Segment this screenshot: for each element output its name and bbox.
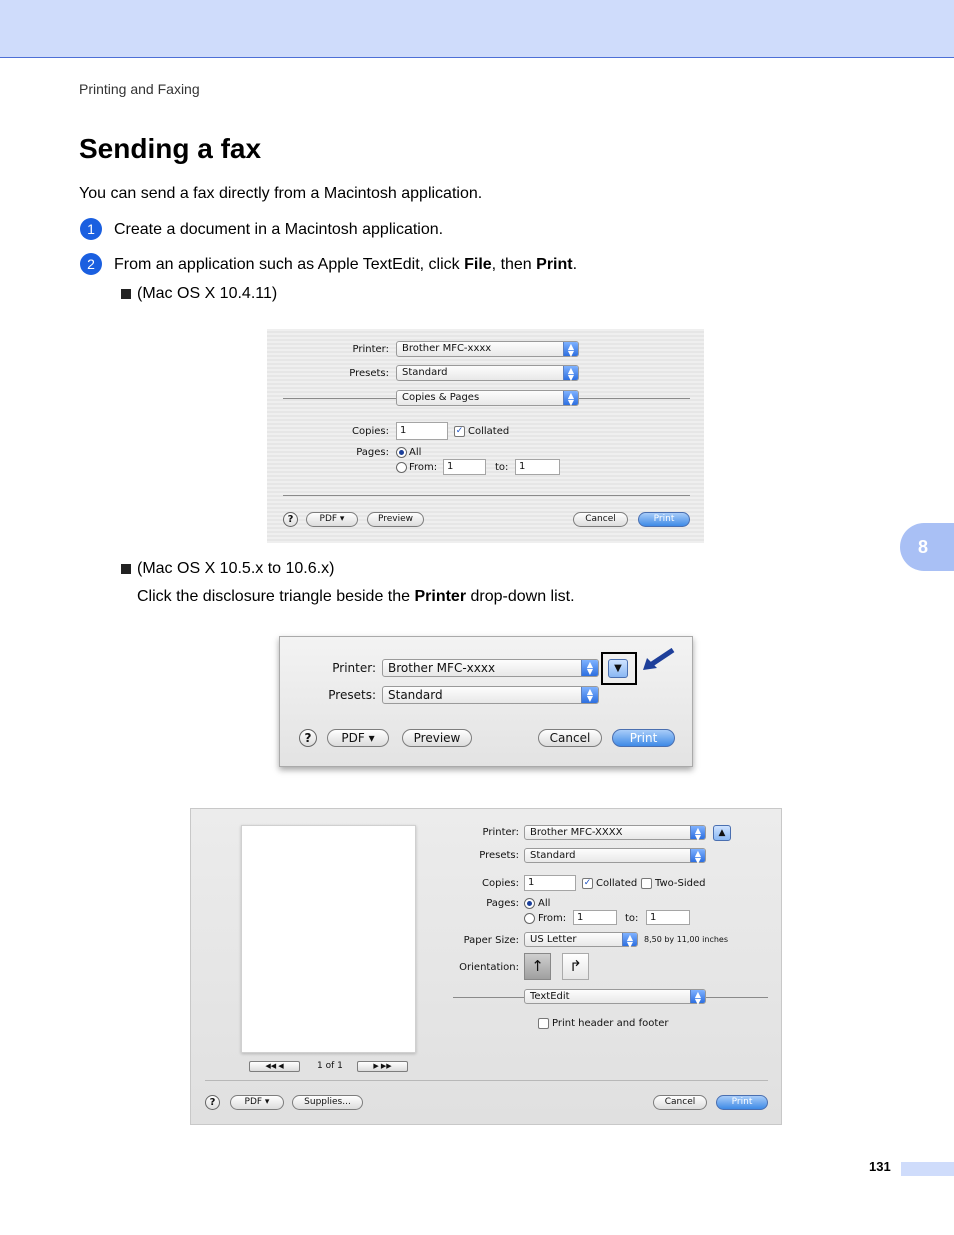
from-input[interactable]: 1 — [443, 459, 486, 475]
intro-text: You can send a fax directly from a Macin… — [79, 185, 483, 202]
divider — [453, 997, 524, 998]
pdf-button[interactable]: PDF ▾ — [327, 729, 389, 747]
to-input[interactable]: 1 — [646, 910, 690, 925]
presets-select[interactable]: Standard ▲ ▼ — [382, 686, 599, 704]
pages-from-label: From: — [538, 913, 567, 924]
step-2-text: From an application such as Apple TextEd… — [114, 256, 578, 273]
presets-label: Presets: — [479, 850, 519, 861]
pages-all-radio[interactable] — [524, 898, 535, 909]
print-button[interactable]: Print — [716, 1095, 768, 1110]
chapter-tab: 8 — [900, 523, 954, 571]
help-button[interactable]: ? — [205, 1095, 220, 1110]
paper-dimensions: 8,50 by 11,00 inches — [644, 935, 729, 944]
paper-size-select[interactable]: US Letter ▲ ▼ — [524, 932, 638, 949]
copies-input[interactable]: 1 — [524, 875, 576, 891]
print-dialog-1: Printer: Brother MFC-xxxx ▲ ▼ Presets: Sta… — [267, 329, 704, 543]
next-page-buttons[interactable]: ▶ ▶▶ — [357, 1061, 408, 1072]
from-input[interactable]: 1 — [573, 910, 617, 925]
page-preview — [241, 825, 416, 1053]
presets-label: Presets: — [328, 688, 376, 702]
cancel-button[interactable]: Cancel — [538, 729, 602, 747]
header-footer-checkbox[interactable] — [538, 1018, 549, 1029]
top-band — [0, 0, 954, 58]
print-dialog-3: ◀◀ ◀ 1 of 1 ▶ ▶▶ Printer: Brother MFC-XX… — [190, 808, 782, 1125]
section-select[interactable]: Copies & Pages ▲ ▼ — [396, 390, 579, 407]
divider — [205, 1080, 768, 1081]
divider — [283, 398, 396, 399]
pages-from-label: From: — [409, 462, 438, 473]
printer-select[interactable]: Brother MFC-xxxx ▲ ▼ — [396, 341, 579, 358]
copies-label: Copies: — [482, 878, 519, 889]
disclosure-triangle-button[interactable]: ▼ — [608, 659, 628, 678]
to-label: to: — [625, 913, 639, 924]
application-section-select[interactable]: TextEdit ▲ ▼ — [524, 989, 706, 1006]
presets-select[interactable]: Standard ▲ ▼ — [396, 365, 579, 382]
printer-label: Printer: — [482, 827, 519, 838]
page-title: Sending a fax — [79, 133, 262, 164]
landscape-orientation-icon[interactable]: ↱ — [562, 953, 589, 980]
arrow-pointer-icon — [643, 648, 675, 670]
portrait-orientation-icon[interactable]: ↑ — [524, 953, 551, 980]
pages-all-radio[interactable] — [396, 447, 407, 458]
print-button[interactable]: Print — [638, 512, 690, 527]
copies-input[interactable]: 1 — [396, 422, 448, 440]
step-2-number: 2 — [80, 253, 102, 275]
bullet-square — [121, 564, 131, 574]
divider — [579, 398, 690, 399]
supplies-button[interactable]: Supplies... — [292, 1095, 363, 1110]
bullet-square — [121, 289, 131, 299]
collated-checkbox[interactable]: ✓ — [582, 878, 593, 889]
print-dialog-2: Printer: Brother MFC-xxxx ▲ ▼ ▼ Presets: S… — [279, 636, 693, 767]
two-sided-checkbox[interactable] — [641, 878, 652, 889]
to-input[interactable]: 1 — [515, 459, 560, 475]
pages-label: Pages: — [356, 447, 389, 458]
page-counter: 1 of 1 — [317, 1061, 343, 1071]
step-1-number: 1 — [80, 218, 102, 240]
two-sided-label: Two-Sided — [655, 878, 706, 889]
copies-label: Copies: — [352, 426, 389, 437]
step-1-text: Create a document in a Macintosh applica… — [114, 221, 444, 238]
preview-button[interactable]: Preview — [367, 512, 424, 527]
print-button[interactable]: Print — [612, 729, 675, 747]
pages-label: Pages: — [486, 898, 519, 909]
help-button[interactable]: ? — [299, 729, 317, 747]
printer-label: Printer: — [352, 344, 389, 355]
pages-all-label: All — [409, 447, 422, 458]
disclosure-instruction: Click the disclosure triangle beside the… — [137, 588, 575, 605]
presets-label: Presets: — [349, 368, 389, 379]
header-footer-label: Print header and footer — [552, 1018, 669, 1029]
preview-button[interactable]: Preview — [402, 729, 472, 747]
help-button[interactable]: ? — [283, 512, 298, 527]
pdf-button[interactable]: PDF ▾ — [306, 512, 358, 527]
cancel-button[interactable]: Cancel — [573, 512, 628, 527]
collapse-triangle-button[interactable]: ▲ — [713, 825, 731, 841]
printer-select[interactable]: Brother MFC-xxxx ▲ ▼ — [382, 659, 599, 677]
to-label: to: — [495, 462, 509, 473]
collated-checkbox[interactable]: ✓ — [454, 426, 465, 437]
divider — [283, 495, 690, 496]
prev-page-buttons[interactable]: ◀◀ ◀ — [249, 1061, 300, 1072]
orientation-label: Orientation: — [459, 962, 519, 973]
collated-label: Collated — [468, 426, 510, 437]
page-number: 131 — [869, 1159, 891, 1174]
section-header: Printing and Faxing — [79, 81, 200, 97]
pages-from-radio[interactable] — [396, 462, 407, 473]
divider — [706, 997, 768, 998]
bullet-macos-105: (Mac OS X 10.5.x to 10.6.x) — [137, 560, 335, 577]
paper-size-label: Paper Size: — [463, 935, 519, 946]
presets-select[interactable]: Standard ▲ ▼ — [524, 848, 706, 865]
pages-from-radio[interactable] — [524, 913, 535, 924]
pages-all-label: All — [538, 898, 551, 909]
printer-select[interactable]: Brother MFC-XXXX ▲ ▼ — [524, 825, 706, 842]
pdf-button[interactable]: PDF ▾ — [230, 1095, 284, 1110]
bullet-macos-1041: (Mac OS X 10.4.11) — [137, 285, 278, 302]
printer-label: Printer: — [332, 661, 376, 675]
cancel-button[interactable]: Cancel — [653, 1095, 707, 1110]
collated-label: Collated — [596, 878, 638, 889]
page-number-bar — [901, 1162, 954, 1176]
